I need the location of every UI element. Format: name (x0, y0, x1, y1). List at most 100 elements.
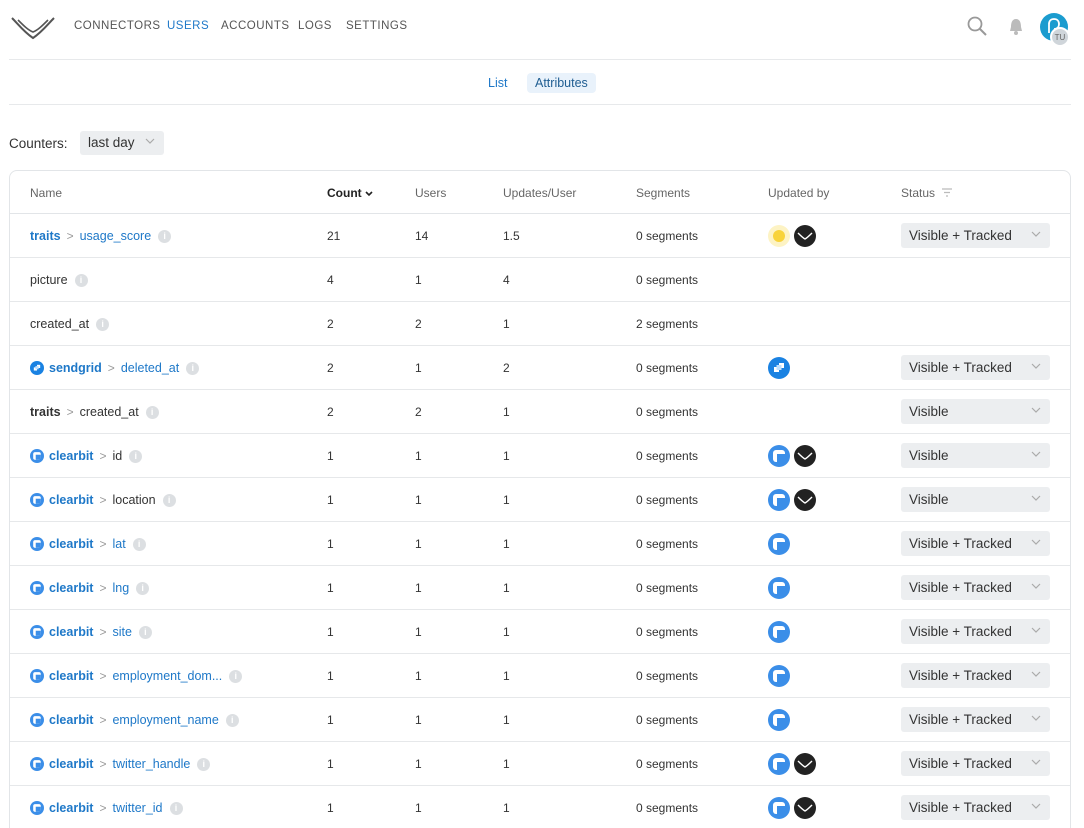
table-row[interactable]: sendgrid > deleted_at i 2 1 2 0 segments Visibl… (10, 346, 1070, 390)
attribute-source[interactable]: clearbit (49, 493, 93, 507)
attribute-source[interactable]: traits (30, 229, 61, 243)
column-name[interactable]: Name (30, 186, 62, 200)
hull-icon[interactable] (794, 797, 816, 819)
clearbit-icon[interactable] (768, 621, 790, 643)
table-row[interactable]: clearbit > lat i 1 1 1 0 segments Visible + Tra… (10, 522, 1070, 566)
column-segments[interactable]: Segments (636, 186, 690, 200)
search-icon[interactable] (966, 15, 988, 37)
column-users[interactable]: Users (415, 186, 446, 200)
info-icon[interactable]: i (96, 317, 110, 331)
table-row[interactable]: picture i 4 1 4 0 segments (10, 258, 1070, 302)
table-row[interactable]: created_at i 2 2 1 2 segments (10, 302, 1070, 346)
nav-accounts[interactable]: ACCOUNTS (221, 20, 290, 32)
table-row[interactable]: clearbit > employment_dom... i 1 1 1 0 segments… (10, 654, 1070, 698)
status-select[interactable]: Visible + Tracked (901, 531, 1050, 556)
hull-icon[interactable] (794, 445, 816, 467)
table-row[interactable]: clearbit > lng i 1 1 1 0 segments Visible + Tra… (10, 566, 1070, 610)
table-row[interactable]: traits > created_at i 2 2 1 0 segments Visible (10, 390, 1070, 434)
status-select[interactable]: Visible + Tracked (901, 751, 1050, 776)
attribute-name[interactable]: employment_name (112, 713, 218, 727)
hull-icon[interactable] (794, 753, 816, 775)
clearbit-icon[interactable] (768, 665, 790, 687)
nav-connectors[interactable]: CONNECTORS (74, 20, 161, 32)
users-cell: 1 (415, 581, 422, 595)
table-row[interactable]: clearbit > location i 1 1 1 0 segments Visible (10, 478, 1070, 522)
attribute-name[interactable]: usage_score (80, 229, 152, 243)
attribute-source[interactable]: clearbit (49, 625, 93, 639)
attribute-source[interactable]: sendgrid (49, 361, 102, 375)
info-icon[interactable]: i (158, 229, 172, 243)
info-icon[interactable]: i (169, 801, 183, 815)
table-row[interactable]: clearbit > twitter_handle i 1 1 1 0 segments Vi… (10, 742, 1070, 786)
attribute-name[interactable]: lng (112, 581, 129, 595)
clearbit-icon[interactable] (768, 709, 790, 731)
info-icon[interactable]: i (74, 273, 88, 287)
clearbit-icon[interactable] (768, 753, 790, 775)
counters-select[interactable]: last day (80, 131, 164, 155)
chevron-down-icon (1031, 363, 1041, 369)
status-select[interactable]: Visible + Tracked (901, 663, 1050, 688)
status-value: Visible + Tracked (909, 712, 1012, 727)
table-row[interactable]: clearbit > id i 1 1 1 0 segments Visible (10, 434, 1070, 478)
clearbit-icon[interactable] (768, 577, 790, 599)
attribute-name[interactable]: site (112, 625, 131, 639)
clearbit-icon[interactable] (768, 533, 790, 555)
status-select[interactable]: Visible + Tracked (901, 707, 1050, 732)
attribute-source[interactable]: clearbit (49, 537, 93, 551)
column-status[interactable]: Status (901, 186, 953, 200)
nav-logs[interactable]: LOGS (298, 20, 332, 32)
status-select[interactable]: Visible (901, 487, 1050, 512)
table-row[interactable]: clearbit > twitter_id i 1 1 1 0 segments Visibl… (10, 786, 1070, 828)
bell-icon[interactable] (1008, 17, 1024, 36)
info-icon[interactable]: i (186, 361, 200, 375)
attribute-source[interactable]: clearbit (49, 757, 93, 771)
info-icon[interactable]: i (145, 405, 159, 419)
attribute-source[interactable]: clearbit (49, 449, 93, 463)
attribute-source[interactable]: clearbit (49, 713, 93, 727)
info-icon[interactable]: i (225, 713, 239, 727)
info-icon[interactable]: i (229, 669, 243, 683)
tab-list[interactable]: List (480, 73, 515, 93)
status-select[interactable]: Visible (901, 443, 1050, 468)
attribute-name[interactable]: deleted_at (121, 361, 179, 375)
attribute-name[interactable]: twitter_id (112, 801, 162, 815)
clearbit-icon[interactable] (768, 445, 790, 467)
nav-settings[interactable]: SETTINGS (346, 20, 408, 32)
column-updates-per-user[interactable]: Updates/User (503, 186, 576, 200)
info-icon[interactable]: i (138, 625, 152, 639)
nav-users[interactable]: USERS (167, 20, 209, 32)
info-icon[interactable]: i (136, 581, 150, 595)
hull-icon[interactable] (794, 225, 816, 247)
info-icon[interactable]: i (162, 493, 176, 507)
status-select[interactable]: Visible + Tracked (901, 355, 1050, 380)
clearbit-icon[interactable] (768, 797, 790, 819)
column-updated-by[interactable]: Updated by (768, 186, 829, 200)
attribute-name[interactable]: lat (112, 537, 125, 551)
clearbit-icon[interactable] (768, 489, 790, 511)
table-row[interactable]: clearbit > employment_name i 1 1 1 0 segments V… (10, 698, 1070, 742)
status-select[interactable]: Visible + Tracked (901, 575, 1050, 600)
status-select[interactable]: Visible + Tracked (901, 619, 1050, 644)
info-icon[interactable]: i (197, 757, 211, 771)
table-row[interactable]: clearbit > site i 1 1 1 0 segments Visible + Tr… (10, 610, 1070, 654)
sendgrid-icon[interactable] (768, 357, 790, 379)
column-count[interactable]: Count (327, 186, 373, 200)
table-row[interactable]: traits > usage_score i 21 14 1.5 0 segments Vis… (10, 214, 1070, 258)
filter-icon[interactable] (941, 188, 953, 197)
status-select[interactable]: Visible + Tracked (901, 223, 1050, 248)
info-icon[interactable]: i (129, 449, 143, 463)
hull-logo-icon[interactable] (10, 14, 56, 42)
hull-icon[interactable] (794, 489, 816, 511)
attribute-source[interactable]: traits (30, 405, 61, 419)
attribute-source[interactable]: clearbit (49, 801, 93, 815)
attribute-name[interactable]: employment_dom... (112, 669, 222, 683)
attribute-source[interactable]: clearbit (49, 581, 93, 595)
sun-icon[interactable] (768, 225, 790, 247)
attribute-source[interactable]: clearbit (49, 669, 93, 683)
tab-attributes[interactable]: Attributes (527, 73, 596, 93)
status-select[interactable]: Visible + Tracked (901, 795, 1050, 820)
status-select[interactable]: Visible (901, 399, 1050, 424)
info-icon[interactable]: i (132, 537, 146, 551)
name-cell: clearbit > lat i (30, 537, 146, 551)
attribute-name[interactable]: twitter_handle (112, 757, 190, 771)
